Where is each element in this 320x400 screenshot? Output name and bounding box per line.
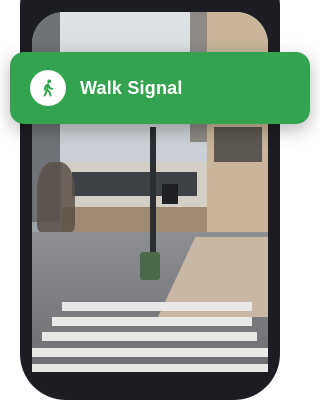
crosswalk-stripe bbox=[32, 364, 268, 372]
tree bbox=[37, 162, 75, 232]
side-button bbox=[20, 150, 24, 190]
crosswalk-stripe bbox=[52, 317, 252, 326]
walk-icon-badge bbox=[30, 70, 66, 106]
building-right-windows bbox=[214, 127, 262, 162]
crosswalk-stripe bbox=[42, 332, 257, 341]
crosswalk-stripe bbox=[32, 348, 268, 357]
crosswalk-stripe bbox=[62, 302, 252, 311]
signal-pole bbox=[150, 127, 156, 267]
skybridge-windows bbox=[72, 172, 197, 196]
pedestrian-signal bbox=[162, 184, 178, 204]
notification-title: Walk Signal bbox=[80, 77, 183, 98]
trash-bin bbox=[140, 252, 160, 280]
pedestrian-walk-icon bbox=[43, 79, 54, 97]
walk-signal-notification[interactable]: Walk Signal bbox=[10, 52, 310, 124]
